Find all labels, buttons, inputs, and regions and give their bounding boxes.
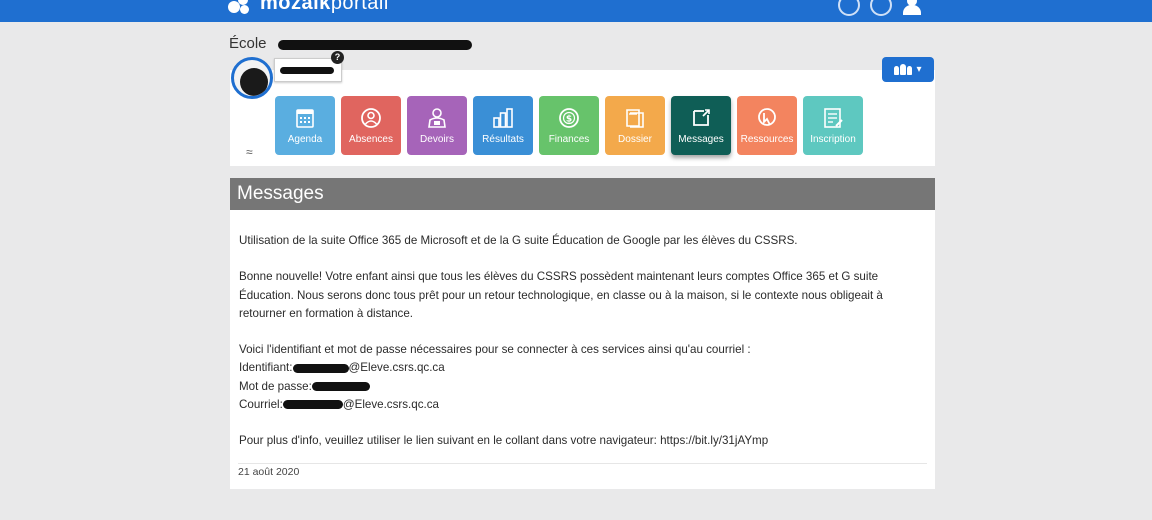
tile-messages[interactable]: Messages xyxy=(671,96,731,155)
redacted-email xyxy=(282,400,343,410)
school-name: École xyxy=(229,35,267,52)
tile-label: Dossier xyxy=(618,134,652,145)
email-domain: @Eleve.csrs.qc.ca xyxy=(342,397,439,411)
info-circle-icon[interactable] xyxy=(870,0,892,16)
tile-finances[interactable]: $ Finances xyxy=(539,96,599,155)
credentials-intro: Voici l'identifiant et mot de passe néce… xyxy=(239,343,751,357)
tile-label: Résultats xyxy=(482,134,524,145)
redacted-identifier xyxy=(292,363,349,373)
calendar-icon xyxy=(294,107,316,129)
messages-panel: Messages Utilisation de la suite Office … xyxy=(230,178,935,489)
credentials-block: Voici l'identifiant et mot de passe néce… xyxy=(239,341,927,414)
help-circle-icon[interactable] xyxy=(838,0,860,16)
redacted-school-name xyxy=(278,40,472,50)
tile-label: Agenda xyxy=(287,134,323,145)
mozaik-portail-logo[interactable]: mozaikportail xyxy=(228,0,389,15)
tile-resultats[interactable]: Résultats xyxy=(473,96,533,155)
tile-label: Devoirs xyxy=(420,134,454,145)
chevron-down-icon: ▾ xyxy=(916,64,922,75)
redacted-student-name xyxy=(280,67,334,74)
tile-agenda[interactable]: Agenda xyxy=(275,96,335,155)
email-line: Courriel: @Eleve.csrs.qc.ca xyxy=(239,396,927,414)
password-line: Mot de passe: xyxy=(239,378,927,396)
message-body: Utilisation de la suite Office 365 de Mi… xyxy=(230,210,935,450)
users-icon xyxy=(894,64,913,75)
svg-text:$: $ xyxy=(566,115,572,125)
user-icon[interactable] xyxy=(902,0,922,15)
message-subject: Utilisation de la suite Office 365 de Mi… xyxy=(239,234,798,247)
identifier-domain: @Eleve.csrs.qc.ca xyxy=(348,361,445,375)
person-circle-icon xyxy=(360,107,382,129)
messages-title: Messages xyxy=(230,178,935,210)
tile-absences[interactable]: Absences xyxy=(341,96,401,155)
student-icon xyxy=(426,107,448,129)
tile-label: Ressources xyxy=(740,134,794,145)
tile-devoirs[interactable]: Devoirs xyxy=(407,96,467,155)
tile-inscription[interactable]: Inscription xyxy=(803,96,863,155)
tile-dossier[interactable]: Dossier xyxy=(605,96,665,155)
message-date: 21 août 2020 xyxy=(238,466,300,478)
collapse-icon[interactable]: ≈ xyxy=(246,146,253,158)
tile-label: Messages xyxy=(678,134,724,145)
form-icon xyxy=(822,107,844,129)
children-switch-button[interactable]: ▾ xyxy=(882,57,934,82)
help-badge[interactable]: ? xyxy=(331,51,344,64)
logo-text: mozaikportail xyxy=(260,0,389,14)
message-icon xyxy=(690,107,712,129)
student-avatar[interactable] xyxy=(231,57,273,99)
tile-ressources[interactable]: Ressources xyxy=(737,96,797,155)
password-label: Mot de passe: xyxy=(239,379,312,393)
info-link-paragraph: Pour plus d'info, veuillez utiliser le l… xyxy=(239,434,769,448)
redacted-password xyxy=(311,382,370,392)
identifier-label: Identifiant: xyxy=(239,361,293,375)
dollar-icon: $ xyxy=(558,107,580,129)
tile-label: Finances xyxy=(548,134,590,145)
logo-mark-icon xyxy=(228,0,254,15)
bar-chart-icon xyxy=(492,107,514,129)
divider xyxy=(238,463,927,464)
top-icons xyxy=(838,0,922,16)
email-label: Courriel: xyxy=(239,397,283,411)
identifier-line: Identifiant: @Eleve.csrs.qc.ca xyxy=(239,359,927,377)
resources-icon xyxy=(756,107,778,129)
message-paragraph: Bonne nouvelle! Votre enfant ainsi que t… xyxy=(239,270,883,320)
folder-icon xyxy=(624,107,646,129)
top-navbar: mozaikportail xyxy=(0,0,1152,22)
module-tiles: Agenda Absences Devoirs Résultats $ Fina… xyxy=(275,96,863,155)
tile-label: Inscription xyxy=(810,134,856,145)
tile-label: Absences xyxy=(349,134,393,145)
